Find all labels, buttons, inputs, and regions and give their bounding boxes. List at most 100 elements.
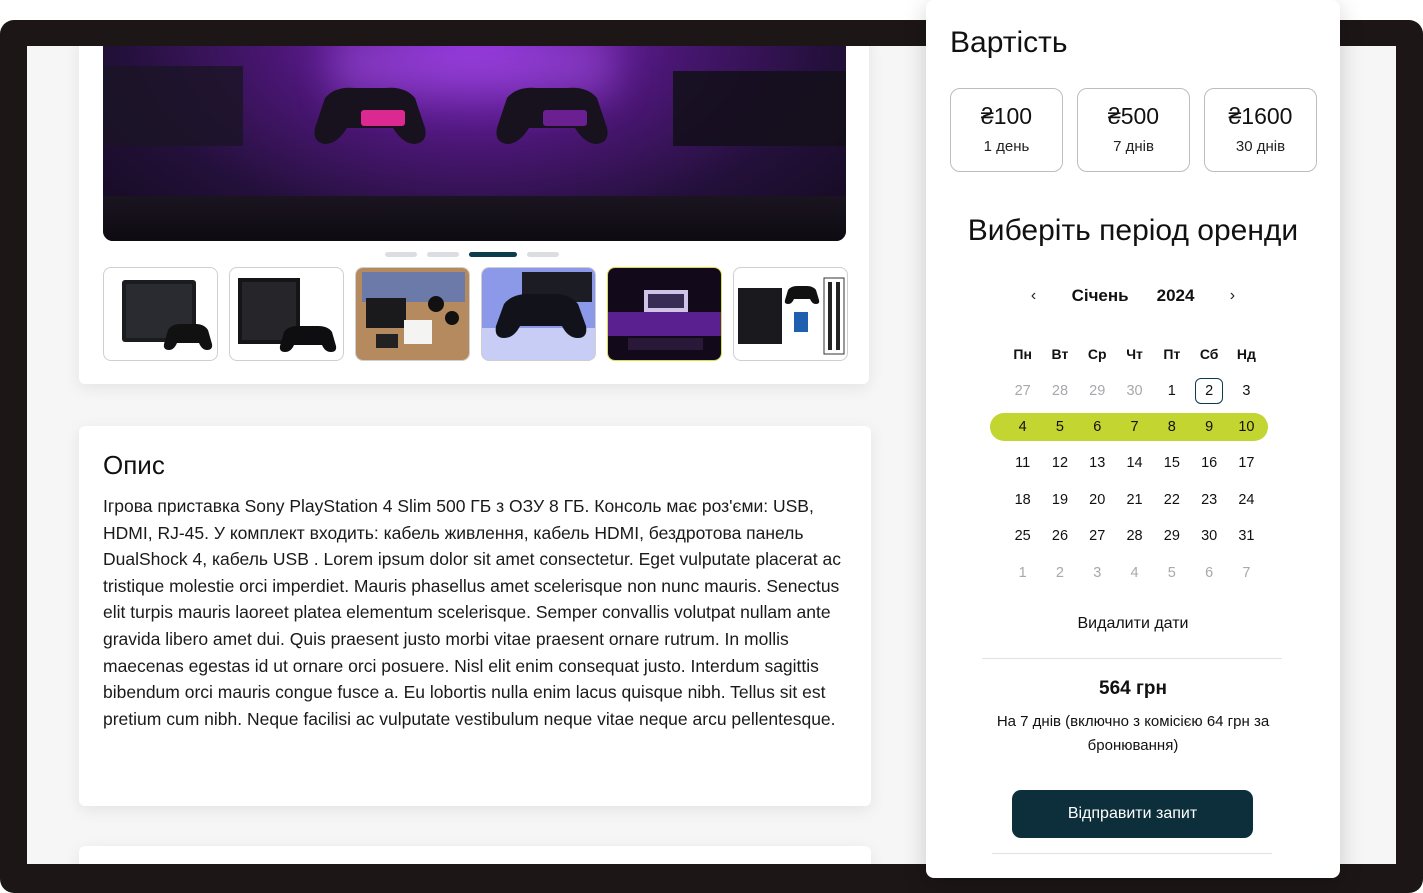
calendar-day[interactable]: 7 xyxy=(1228,565,1265,581)
weekday-label: Пт xyxy=(1163,346,1181,363)
thumbnail-2[interactable] xyxy=(229,267,344,361)
thumbnail-1[interactable] xyxy=(103,267,218,361)
thumbnail-5-selected[interactable] xyxy=(607,267,722,361)
unboxing-image xyxy=(356,268,469,360)
calendar-day-today[interactable]: 2 xyxy=(1190,377,1227,404)
product-gallery xyxy=(79,46,869,384)
carousel-dot[interactable] xyxy=(527,252,559,257)
calendar-day[interactable]: 17 xyxy=(1228,455,1265,471)
calendar-day[interactable]: 2 xyxy=(1041,565,1078,581)
price-option-7-days[interactable]: ₴500 7 днів xyxy=(1077,88,1190,172)
calendar-day[interactable]: 30 xyxy=(1190,528,1227,544)
weekday-row: Пн Вт Ср Чт Пт Сб Нд xyxy=(1004,336,1266,372)
calendar-week: 27 28 29 30 1 2 3 xyxy=(1004,372,1266,408)
calendar-week: 18 19 20 21 22 23 24 xyxy=(1004,482,1266,518)
price-option-1-day[interactable]: ₴100 1 день xyxy=(950,88,1063,172)
carousel-dot[interactable] xyxy=(385,252,417,257)
weekday-label: Сб xyxy=(1199,346,1219,363)
price-period: 30 днів xyxy=(1235,138,1286,155)
description-title: Опис xyxy=(103,450,165,480)
calendar-day[interactable]: 15 xyxy=(1153,455,1190,471)
calendar-day[interactable]: 14 xyxy=(1116,455,1153,471)
calendar-day-selected[interactable]: 10 xyxy=(1228,419,1265,435)
clear-dates-button[interactable]: Видалити дати xyxy=(926,615,1340,633)
calendar-day[interactable]: 16 xyxy=(1190,455,1227,471)
calendar-day[interactable]: 28 xyxy=(1041,383,1078,399)
calendar-week: 11 12 13 14 15 16 17 xyxy=(1004,445,1266,481)
bundle-image xyxy=(738,277,845,355)
calendar-day[interactable]: 25 xyxy=(1004,528,1041,544)
weekday-label: Нд xyxy=(1236,346,1256,363)
calendar-day[interactable]: 22 xyxy=(1153,492,1190,508)
carousel-dots xyxy=(385,252,559,257)
ps4-console-image xyxy=(238,278,337,352)
calendar-header: ‹ Січень 2024 › xyxy=(926,286,1340,306)
booking-panel: Вартість ₴100 1 день ₴500 7 днів ₴1600 3… xyxy=(926,0,1340,878)
calendar-day[interactable]: 23 xyxy=(1190,492,1227,508)
price-options: ₴100 1 день ₴500 7 днів ₴1600 30 днів xyxy=(950,88,1317,172)
price-amount: ₴1600 xyxy=(1228,103,1293,129)
calendar-day[interactable]: 3 xyxy=(1079,565,1116,581)
gaming-room-image xyxy=(608,268,721,360)
calendar-day[interactable]: 5 xyxy=(1153,565,1190,581)
send-request-button[interactable]: Відправити запит xyxy=(1012,790,1253,838)
total-price: 564 грн xyxy=(1099,678,1167,699)
main-product-image[interactable] xyxy=(103,46,846,241)
calendar-title: Виберіть період оренди xyxy=(967,214,1299,247)
calendar-day[interactable]: 1 xyxy=(1153,383,1190,399)
calendar-week: 1234567 xyxy=(1004,554,1266,590)
calendar-day-selected[interactable]: 4 xyxy=(1004,419,1041,435)
price-option-30-days[interactable]: ₴1600 30 днів xyxy=(1204,88,1317,172)
calendar-day[interactable]: 26 xyxy=(1041,528,1078,544)
calendar-day[interactable]: 18 xyxy=(1004,492,1041,508)
calendar-day[interactable]: 1 xyxy=(1004,565,1041,581)
calendar-day[interactable]: 29 xyxy=(1079,383,1116,399)
calendar-day[interactable]: 11 xyxy=(1004,455,1041,471)
calendar-day[interactable]: 21 xyxy=(1116,492,1153,508)
calendar-year[interactable]: 2024 xyxy=(1157,286,1195,306)
price-period: 1 день xyxy=(983,138,1030,155)
calendar-day[interactable]: 13 xyxy=(1079,455,1116,471)
total-note: На 7 днів (включно з комісією 64 грн за … xyxy=(996,713,1270,754)
calendar-day[interactable]: 28 xyxy=(1116,528,1153,544)
calendar-day[interactable]: 24 xyxy=(1228,492,1265,508)
carousel-dot-active[interactable] xyxy=(469,252,517,257)
price-amount: ₴500 xyxy=(1107,103,1160,129)
calendar-day[interactable]: 6 xyxy=(1190,565,1227,581)
calendar-day[interactable]: 12 xyxy=(1041,455,1078,471)
calendar-day[interactable]: 27 xyxy=(1004,383,1041,399)
calendar-day-selected[interactable]: 8 xyxy=(1153,419,1190,435)
description-text: Ігрова приставка Sony PlayStation 4 Slim… xyxy=(103,496,841,729)
calendar-day[interactable]: 4 xyxy=(1116,565,1153,581)
calendar-day[interactable]: 20 xyxy=(1079,492,1116,508)
calendar-day[interactable]: 29 xyxy=(1153,528,1190,544)
price-amount: ₴100 xyxy=(980,103,1033,129)
calendar-day-selected[interactable]: 6 xyxy=(1079,419,1116,435)
calendar-day[interactable]: 30 xyxy=(1116,383,1153,399)
weekday-label: Ср xyxy=(1087,346,1107,363)
calendar-day[interactable]: 3 xyxy=(1228,383,1265,399)
calendar-day-selected[interactable]: 5 xyxy=(1041,419,1078,435)
chevron-left-icon[interactable]: ‹ xyxy=(1024,287,1044,305)
hero-controllers-illustration xyxy=(103,66,846,146)
description-card: Опис Ігрова приставка Sony PlayStation 4… xyxy=(79,426,871,806)
price-period: 7 днів xyxy=(1113,138,1154,155)
weekday-label: Пн xyxy=(1013,346,1032,363)
calendar-day[interactable]: 19 xyxy=(1041,492,1078,508)
calendar-week: 25 26 27 28 29 30 31 xyxy=(1004,518,1266,554)
calendar-day-selected[interactable]: 7 xyxy=(1116,419,1153,435)
thumbnail-strip xyxy=(103,267,848,361)
pricing-title: Вартість xyxy=(950,26,1068,59)
calendar-day-selected[interactable]: 9 xyxy=(1190,419,1227,435)
thumbnail-4[interactable] xyxy=(481,267,596,361)
thumbnail-6[interactable] xyxy=(733,267,848,361)
thumbnail-3[interactable] xyxy=(355,267,470,361)
calendar-day[interactable]: 27 xyxy=(1079,528,1116,544)
calendar-day[interactable]: 31 xyxy=(1228,528,1265,544)
chevron-right-icon[interactable]: › xyxy=(1222,287,1242,305)
ps4-slim-image xyxy=(122,280,213,350)
calendar-month[interactable]: Січень xyxy=(1072,286,1129,306)
calendar-grid: Пн Вт Ср Чт Пт Сб Нд 27 28 29 30 1 2 3 4 5 6 7 8 9 10 11 12 13 1… xyxy=(990,336,1268,591)
carousel-dot[interactable] xyxy=(427,252,459,257)
weekday-label: Чт xyxy=(1126,346,1143,363)
